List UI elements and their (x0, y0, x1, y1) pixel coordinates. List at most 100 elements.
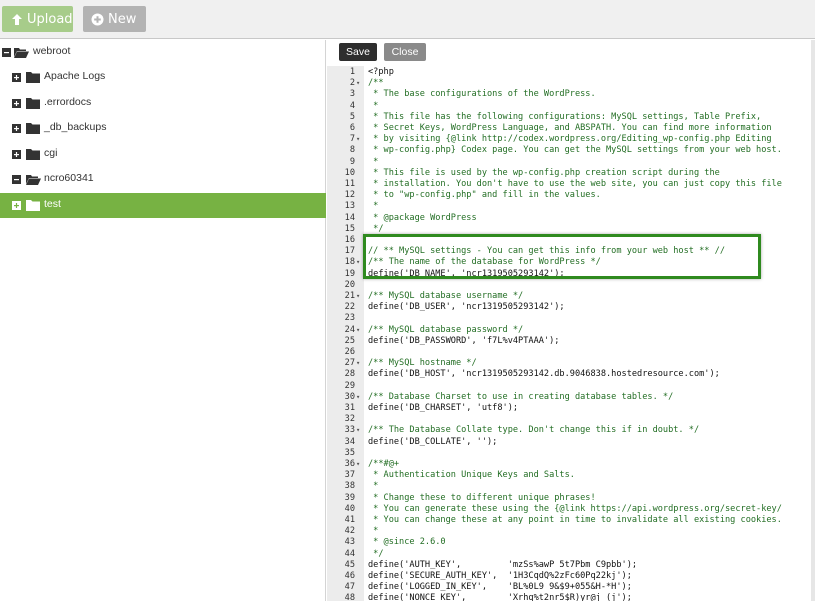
code-line[interactable]: 7 ▾ * by visiting {@link http://codex.wor… (327, 134, 815, 145)
code-line[interactable]: 38 * (327, 481, 815, 492)
expand-toggle-icon[interactable] (12, 124, 21, 133)
tree-item-test[interactable]: test (0, 193, 326, 218)
code-line[interactable]: 11 * installation. You don't have to use… (327, 179, 815, 190)
code-line[interactable]: 40 * You can generate these using the {@… (327, 504, 815, 515)
code-line[interactable]: 47 define('LOGGED_IN_KEY', 'BL%0L9 9&$9+0… (327, 582, 815, 593)
code-line[interactable]: 46 define('SECURE_AUTH_KEY', '1H3CqdQ%2zF… (327, 571, 815, 582)
tree-item-apache-logs[interactable]: Apache Logs (0, 65, 326, 90)
line-number: 32 (344, 414, 355, 425)
code-line[interactable]: 5 * This file has the following configur… (327, 112, 815, 123)
fold-arrow-icon[interactable]: ▾ (356, 134, 364, 145)
code-line[interactable]: 30 ▾ /** Database Charset to use in creati… (327, 392, 815, 403)
line-number: 19 (344, 268, 355, 279)
code-line[interactable]: 37 * Authentication Unique Keys and Salt… (327, 470, 815, 481)
code-line[interactable]: 13 * (327, 201, 815, 212)
line-number: 41 (344, 515, 355, 525)
code-line[interactable]: 8 * wp-config.php} Codex page. You can g… (327, 145, 815, 156)
line-number: 29 (344, 380, 355, 391)
tree-item-webroot[interactable]: webroot (0, 40, 326, 65)
line-number: 22 (344, 302, 355, 313)
code-line[interactable]: 10 * This file is used by the wp-config.… (327, 168, 815, 179)
code-line[interactable]: 12 * to "wp-config.php" and fill in the … (327, 190, 815, 201)
close-button[interactable]: Close (384, 43, 426, 61)
code-editor[interactable]: 1 <?php 2 ▾/** 3 * The base configurations o… (327, 66, 815, 601)
code-line[interactable]: 3 * The base configurations of the WordP… (327, 89, 815, 100)
code-line[interactable]: 25 define('DB_PASSWORD', 'f7L%v4PTAAA'); (327, 336, 815, 347)
expand-toggle-icon[interactable] (12, 73, 21, 82)
code-line[interactable]: 6 * Secret Keys, WordPress Language, and… (327, 123, 815, 134)
fold-arrow-icon[interactable]: ▾ (356, 325, 364, 336)
collapse-toggle-icon[interactable] (12, 175, 21, 184)
open-folder-icon (14, 48, 29, 58)
save-button[interactable]: Save (339, 43, 377, 61)
tree-item-errordocs[interactable]: .errordocs (0, 91, 326, 116)
file-tree: webroot Apache Logs .errordocs _db_backu… (0, 40, 326, 601)
code-line[interactable]: 33 ▾ /** The Database Collate type. Don't … (327, 425, 815, 436)
code-text: * This file has the following configurat… (368, 111, 762, 122)
code-line[interactable]: 48 define('NONCE_KEY', 'Xrhq%t2nr5$R)yr@j… (327, 593, 815, 601)
tree-item-label: test (44, 198, 61, 210)
tree-item-label: .errordocs (44, 96, 92, 108)
code-text: * Secret Keys, WordPress Language, and A… (368, 123, 772, 133)
code-line[interactable]: 32 (327, 414, 815, 425)
tree-item-ncro60341[interactable]: ncro60341 (0, 167, 326, 192)
code-line[interactable]: 34 define('DB_COLLATE', ''); (327, 437, 815, 448)
code-line[interactable]: 35 (327, 448, 815, 459)
fold-arrow-icon[interactable]: ▾ (356, 459, 364, 470)
tree-item-label: ncro60341 (44, 172, 94, 184)
new-label: New (108, 11, 137, 27)
line-number: 27 (344, 358, 355, 369)
code-line[interactable]: 21 ▾ /** MySQL database username */ (327, 291, 815, 302)
code-line[interactable]: 2 ▾ /** (327, 78, 815, 89)
code-line[interactable]: 23 (327, 313, 815, 324)
code-text: /**#@+ (368, 459, 400, 469)
code-line[interactable]: 41 * You can change these at any point i… (327, 515, 815, 526)
fold-arrow-icon[interactable]: ▾ (356, 78, 364, 89)
code-line[interactable]: 20 (327, 280, 815, 291)
fold-arrow-icon[interactable]: ▾ (356, 291, 364, 302)
tree-item-cgi[interactable]: cgi (0, 142, 326, 167)
expand-toggle-icon[interactable] (12, 150, 21, 159)
code-line[interactable]: 4 * (327, 101, 815, 112)
tree-item-label: _db_backups (44, 121, 107, 133)
code-line[interactable]: 22 define('DB_USER', 'ncr1319505293142'); (327, 302, 815, 313)
fold-arrow-icon[interactable]: ▾ (356, 392, 364, 403)
tree-item-db-backups[interactable]: _db_backups (0, 116, 326, 141)
code-line[interactable]: 14 * @package WordPress (327, 213, 815, 224)
code-line[interactable]: 29 (327, 381, 815, 392)
code-line[interactable]: 28 define('DB_HOST', 'ncr1319505293142.db… (327, 369, 815, 380)
expand-toggle-icon[interactable] (12, 201, 21, 210)
code-text: /** Database Charset to use in creating … (368, 391, 674, 402)
line-number: 46 (344, 571, 355, 581)
code-line[interactable]: 44 */ (327, 549, 815, 560)
upload-button[interactable]: Upload (2, 6, 73, 32)
line-number: 38 (344, 481, 355, 492)
line-number: 13 (344, 201, 355, 212)
fold-arrow-icon[interactable]: ▾ (356, 425, 364, 436)
code-line[interactable]: 42 * (327, 526, 815, 537)
new-button[interactable]: New (83, 6, 146, 32)
code-line[interactable]: 24 ▾ /** MySQL database password */ (327, 325, 815, 336)
scrollbar[interactable] (811, 40, 815, 601)
code-text: * installation. You don't have to use th… (368, 179, 782, 189)
folder-icon (26, 200, 40, 211)
expand-toggle-icon[interactable] (12, 99, 21, 108)
line-number: 3 (349, 89, 355, 100)
line-number: 23 (344, 313, 355, 324)
code-line[interactable]: 26 (327, 347, 815, 358)
code-line[interactable]: 39 * Change these to different unique ph… (327, 493, 815, 504)
code-line[interactable]: 9 * (327, 157, 815, 168)
collapse-toggle-icon[interactable] (2, 48, 11, 57)
code-line[interactable]: 31 define('DB_CHARSET', 'utf8'); (327, 403, 815, 414)
line-number: 25 (344, 335, 355, 346)
code-text: * (368, 481, 379, 492)
code-line[interactable]: 45 define('AUTH_KEY', 'mzSs%awP 5t7Pbm C9… (327, 560, 815, 571)
line-number: 45 (344, 559, 355, 570)
code-text: define('DB_PASSWORD', 'f7L%v4PTAAA'); (368, 335, 560, 346)
code-line[interactable]: 1 <?php (327, 67, 815, 78)
code-line[interactable]: 43 * @since 2.6.0 (327, 537, 815, 548)
code-line[interactable]: 36 ▾ /**#@+ (327, 459, 815, 470)
line-number: 14 (344, 212, 355, 223)
code-line[interactable]: 27 ▾ /** MySQL hostname */ (327, 358, 815, 369)
fold-arrow-icon[interactable]: ▾ (356, 358, 364, 369)
